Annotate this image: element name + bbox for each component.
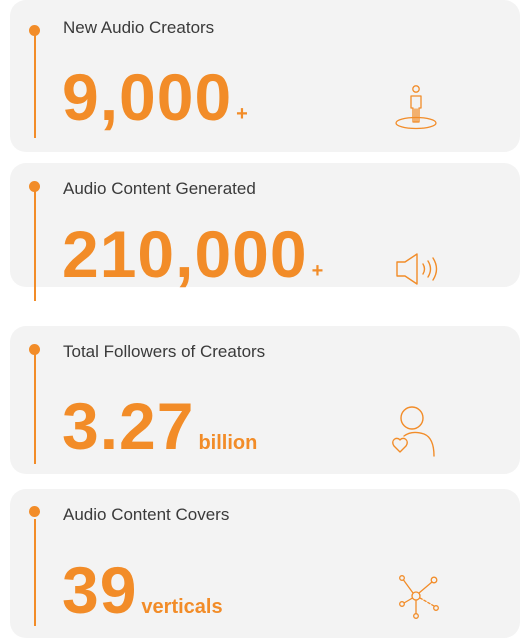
stat-suffix: + — [311, 260, 324, 282]
timeline-dot — [29, 506, 40, 517]
stat-value: 39 verticals — [62, 557, 223, 623]
timeline-line — [34, 519, 36, 626]
stat-card-content: Audio Content Generated 210,000 + — [10, 163, 520, 301]
stat-number: 3.27 — [62, 389, 195, 463]
stat-suffix: billion — [198, 432, 258, 454]
card-label: Total Followers of Creators — [63, 342, 266, 361]
stat-number: 210,000 — [62, 217, 308, 291]
timeline-dot — [29, 25, 40, 36]
timeline-line — [34, 352, 36, 464]
card-label: New Audio Creators — [63, 18, 215, 37]
stat-value: 210,000 + — [62, 221, 323, 287]
timeline-line — [34, 30, 36, 138]
stat-suffix: verticals — [141, 596, 223, 618]
stat-number: 39 — [62, 553, 138, 627]
timeline-dot — [29, 344, 40, 355]
stat-value: 3.27 billion — [62, 393, 257, 459]
card-label: Audio Content Covers — [63, 505, 230, 524]
card-label: Audio Content Generated — [63, 179, 256, 198]
stat-card-creators: New Audio Creators 9,000 + — [10, 0, 520, 152]
stat-card-followers: Total Followers of Creators 3.27 billion — [10, 326, 520, 474]
user-heart-icon — [390, 404, 440, 460]
stat-value: 9,000 + — [62, 64, 248, 130]
speaker-icon — [393, 251, 449, 287]
stat-suffix: + — [236, 103, 248, 125]
network-nodes-icon — [396, 574, 442, 620]
timeline-line — [34, 189, 36, 301]
stat-card-verticals: Audio Content Covers 39 verticals — [10, 489, 520, 638]
person-on-platform-icon — [393, 83, 439, 131]
timeline-dot — [29, 181, 40, 192]
stat-number: 9,000 — [62, 60, 233, 134]
